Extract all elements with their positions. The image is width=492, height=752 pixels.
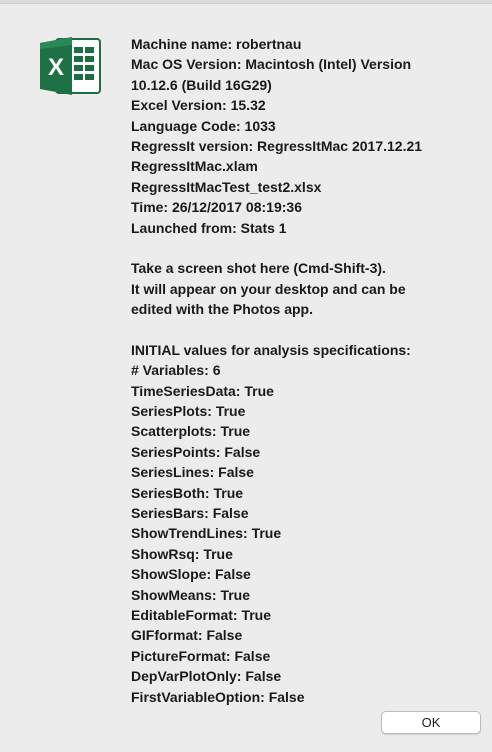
spec-item: Scatterplots: True (131, 423, 251, 440)
specs-title: INITIAL values for analysis specificatio… (131, 341, 411, 358)
specs-block: INITIAL values for analysis specificatio… (131, 340, 476, 707)
info-line-os-build: 10.12.6 (Build 16G29) (131, 76, 272, 93)
excel-icon: X (38, 33, 104, 99)
info-line-machine: Machine name: robertnau (131, 36, 302, 52)
spec-item: SeriesBars: False (131, 504, 249, 521)
spec-item: DepVarPlotOnly: False (131, 668, 282, 685)
svg-text:X: X (48, 54, 64, 81)
spec-item: SeriesBoth: True (131, 484, 244, 501)
spec-item: ShowSlope: False (131, 566, 251, 583)
spec-item: TimeSeriesData: True (131, 382, 274, 399)
instruction-line: Take a screen shot here (Cmd-Shift-3). (131, 260, 386, 277)
info-line-language: Language Code: 1033 (131, 117, 276, 134)
spec-item: GIFformat: False (131, 627, 243, 644)
spec-item: ShowMeans: True (131, 586, 251, 603)
info-line-regressit-version: RegressIt version: RegressItMac 2017.12.… (131, 137, 423, 154)
ok-button[interactable]: OK (381, 711, 481, 734)
info-line-os: Mac OS Version: Macintosh (Intel) Versio… (131, 56, 412, 73)
spec-item: SeriesPlots: True (131, 403, 246, 420)
info-block: Machine name: robertnau Mac OS Version: … (131, 34, 476, 238)
info-line-launched-from: Launched from: Stats 1 (131, 219, 287, 236)
info-line-excel-version: Excel Version: 15.32 (131, 97, 266, 114)
spec-item: ShowRsq: True (131, 545, 233, 562)
info-line-time: Time: 26/12/2017 08:19:36 (131, 199, 302, 216)
instruction-line: It will appear on your desktop and can b… (131, 280, 406, 297)
spec-item: ShowTrendLines: True (131, 525, 282, 542)
instructions-block: Take a screen shot here (Cmd-Shift-3). I… (131, 258, 476, 319)
instruction-line: edited with the Photos app. (131, 301, 313, 318)
info-line-addin-file: RegressItMac.xlam (131, 158, 258, 175)
spec-item: PictureFormat: False (131, 647, 271, 664)
info-line-workbook: RegressItMacTest_test2.xlsx (131, 178, 322, 195)
spec-item: FirstVariableOption: False (131, 688, 305, 705)
spec-item: # Variables: 6 (131, 362, 221, 379)
window-top-edge (0, 0, 492, 4)
dialog-message: Machine name: robertnau Mac OS Version: … (131, 34, 476, 707)
spec-item: SeriesLines: False (131, 464, 254, 481)
spec-item: SeriesPoints: False (131, 443, 261, 460)
spec-item: EditableFormat: True (131, 606, 272, 623)
